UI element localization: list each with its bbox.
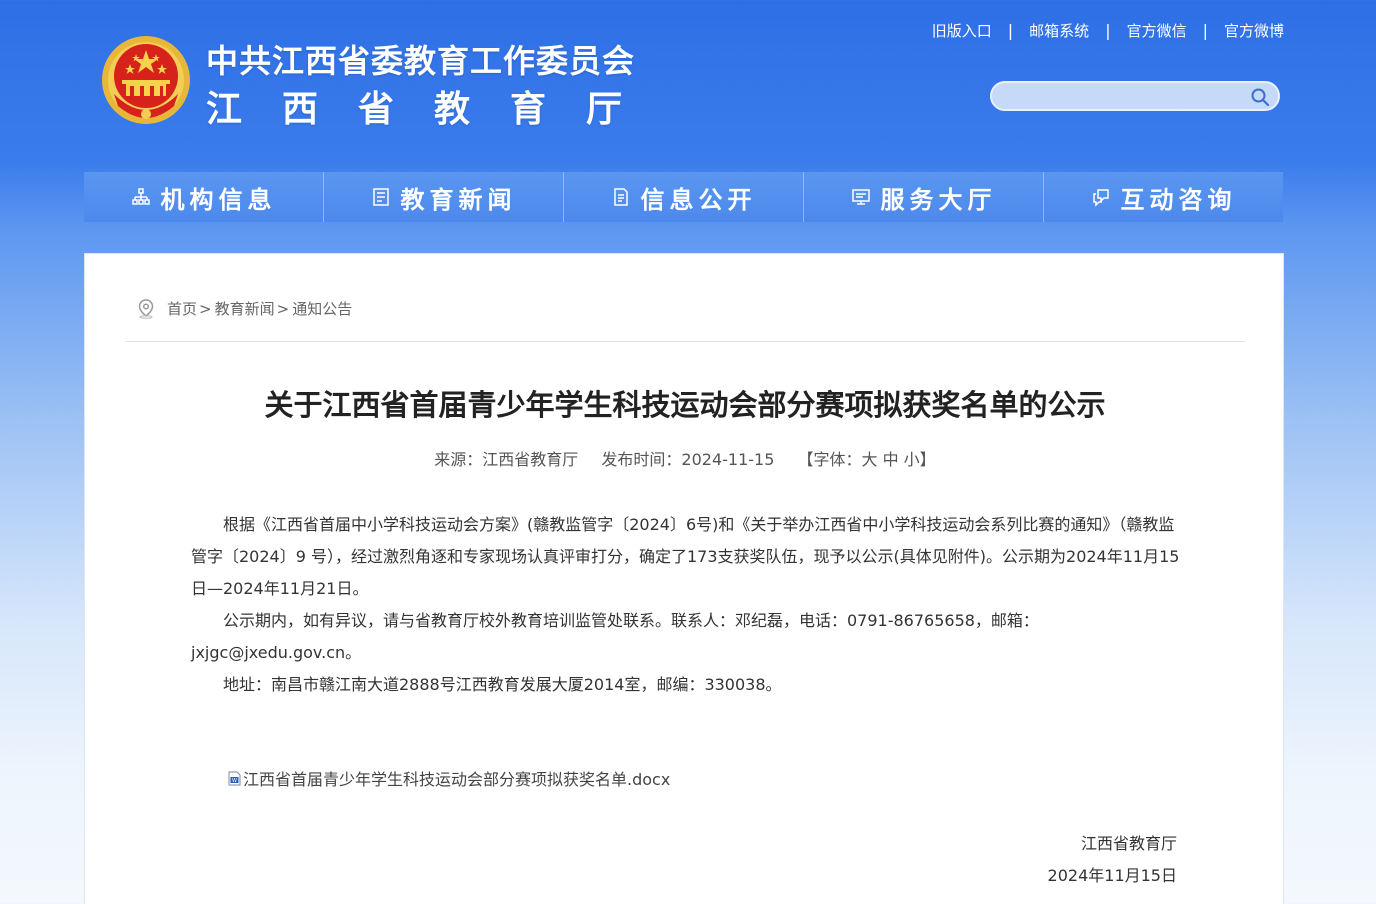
link-separator: | — [1007, 21, 1014, 40]
signature-date: 2024年11月15日 — [1047, 866, 1177, 885]
article-source: 来源：江西省教育厅 — [434, 450, 579, 469]
svg-text:W: W — [232, 778, 237, 784]
nav-label: 机构信息 — [160, 185, 277, 214]
nav-label: 教育新闻 — [400, 185, 517, 214]
document-icon — [613, 188, 628, 206]
signature-org: 江西省教育厅 — [1080, 834, 1177, 853]
article-paragraph: 地址：南昌市赣江南大道2888号江西教育发展大厦2014室，邮编：330038。 — [223, 675, 782, 694]
nav-label: 信息公开 — [640, 185, 757, 214]
article-publish-time: 发布时间：2024-11-15 — [601, 450, 775, 469]
old-version-link[interactable]: 旧版入口 — [932, 20, 992, 41]
article-paragraph: 根据《江西省首届中小学科技运动会方案》(赣教监管字〔2024〕6号)和《关于举办… — [191, 515, 1180, 598]
national-emblem-icon — [102, 36, 190, 124]
top-links: 旧版入口 | 邮箱系统 | 官方微信 | 官方微博 — [932, 20, 1284, 41]
main-nav: 机构信息 教育新闻 信息公开 服务大厅 互动咨询 — [84, 172, 1283, 222]
link-separator: | — [1105, 21, 1111, 40]
org-tree-icon — [131, 188, 150, 205]
font-size-control[interactable]: 【字体：大 中 小】 — [798, 450, 936, 469]
nav-label: 服务大厅 — [880, 185, 997, 214]
nav-item-org-info[interactable]: 机构信息 — [84, 172, 324, 222]
breadcrumb-separator: > — [199, 299, 212, 318]
divider — [125, 341, 1245, 342]
search-input[interactable] — [1004, 86, 1244, 108]
search-box — [990, 81, 1280, 111]
attachment-name[interactable]: 江西省首届青少年学生科技运动会部分赛项拟获奖名单.docx — [243, 766, 670, 790]
official-wechat-link[interactable]: 官方微信 — [1127, 20, 1187, 41]
site-title-committee: 中共江西省委教育工作委员会 — [206, 42, 636, 80]
official-weibo-link[interactable]: 官方微博 — [1224, 20, 1284, 41]
chat-bubbles-icon — [1092, 189, 1109, 207]
article-body: 根据《江西省首届中小学科技运动会方案》(赣教监管字〔2024〕6号)和《关于举办… — [191, 509, 1181, 701]
site-title-department: 江西省教育厅 — [206, 89, 663, 130]
nav-item-service-hall[interactable]: 服务大厅 — [804, 172, 1044, 222]
nav-item-education-news[interactable]: 教育新闻 — [324, 172, 564, 222]
location-pin-icon — [138, 298, 154, 319]
mail-system-link[interactable]: 邮箱系统 — [1029, 20, 1089, 41]
article-title: 关于江西省首届青少年学生科技运动会部分赛项拟获奖名单的公示 — [264, 388, 1106, 422]
breadcrumb-notices[interactable]: 通知公告 — [292, 298, 352, 319]
breadcrumb-education-news[interactable]: 教育新闻 — [215, 298, 275, 319]
breadcrumb: 首页 > 教育新闻 > 通知公告 — [137, 298, 352, 319]
service-monitor-icon — [851, 189, 870, 205]
news-icon — [372, 188, 389, 206]
nav-label: 互动咨询 — [1120, 185, 1237, 214]
nav-item-interactive-consult[interactable]: 互动咨询 — [1044, 172, 1283, 222]
signature: 江西省教育厅 2024年11月15日 — [1048, 828, 1177, 892]
nav-item-info-disclosure[interactable]: 信息公开 — [564, 172, 804, 222]
site-header: 中共江西省委教育工作委员会 江西省教育厅 旧版入口 | 邮箱系统 | 官方微信 … — [0, 0, 1376, 170]
article-meta: 来源：江西省教育厅 发布时间：2024-11-15 【字体：大 中 小】 — [85, 446, 1285, 470]
article-paragraph: 公示期内，如有异议，请与省教育厅校外教育培训监管处联系。联系人：邓纪磊，电话：0… — [191, 611, 1039, 662]
search-icon[interactable] — [1250, 87, 1270, 107]
breadcrumb-home[interactable]: 首页 — [167, 298, 197, 319]
link-separator: | — [1202, 21, 1208, 40]
word-doc-icon: W — [228, 771, 241, 785]
article-card: 首页 > 教育新闻 > 通知公告 关于江西省首届青少年学生科技运动会部分赛项拟获… — [84, 253, 1284, 904]
breadcrumb-separator: > — [276, 299, 290, 318]
attachment-link[interactable]: W 江西省首届青少年学生科技运动会部分赛项拟获奖名单.docx — [228, 766, 670, 790]
